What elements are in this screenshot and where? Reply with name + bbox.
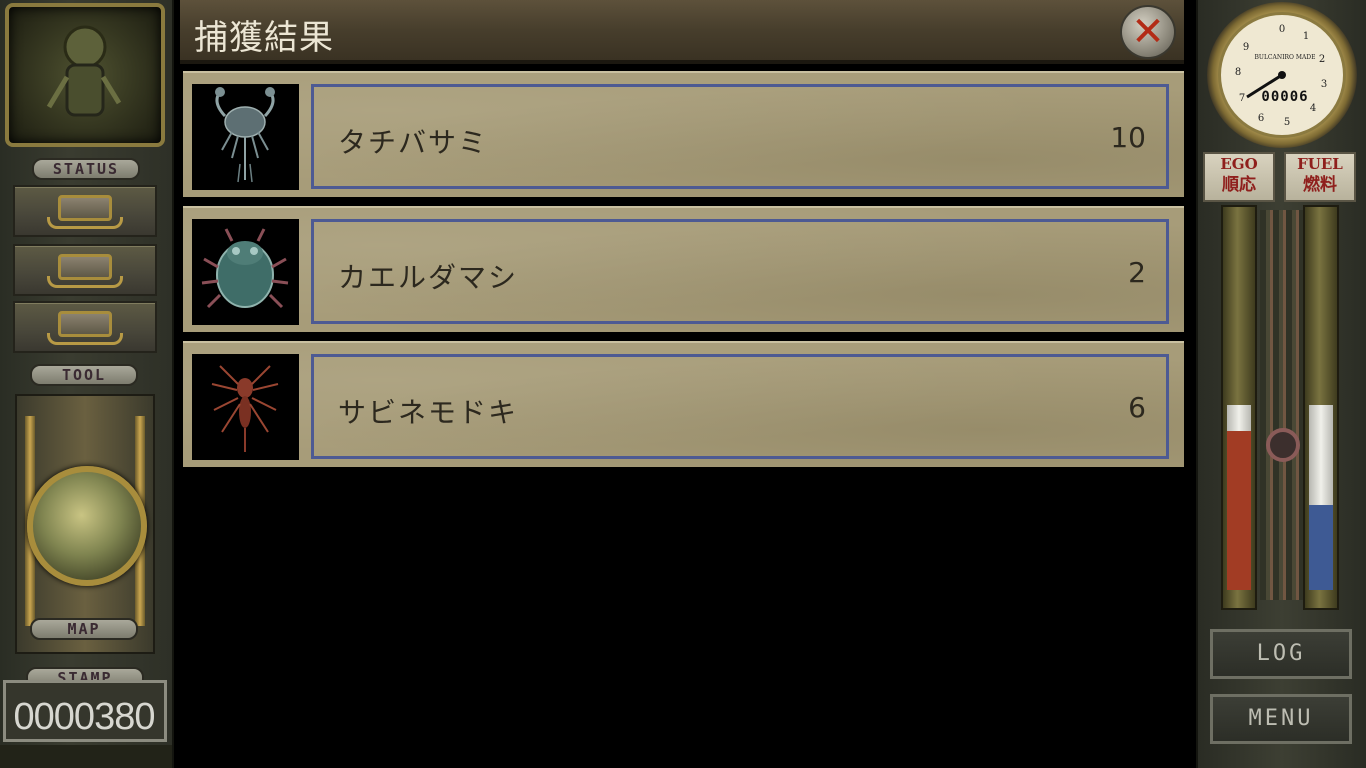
globe-icon [27, 466, 147, 586]
status-drawer-3[interactable] [13, 301, 157, 353]
ego-meter-fill [1227, 430, 1251, 590]
ego-label-jp: 順応 [1222, 175, 1256, 195]
result-name-frame: カエルダマシ 2 [311, 219, 1169, 324]
svg-text:6: 6 [1258, 113, 1264, 124]
gauge-needle-icon: 012 345 678 9 [1235, 24, 1327, 128]
ego-meter [1221, 205, 1257, 610]
svg-text:9: 9 [1243, 42, 1249, 53]
drawer-handle-icon [47, 333, 123, 345]
page-title: 捕獲結果 [194, 18, 334, 58]
drawer-handle-icon [47, 276, 123, 288]
sidebar-footer [0, 745, 172, 768]
fuel-label-jp: 燃料 [1303, 175, 1337, 195]
map-button[interactable] [15, 394, 155, 654]
svg-text:1: 1 [1303, 31, 1309, 42]
creature-name: カエルダマシ [338, 261, 519, 294]
gauge-odometer: 00006 [1261, 89, 1309, 105]
log-button[interactable]: LOG [1210, 629, 1352, 679]
fuel-meter-fill [1309, 504, 1333, 590]
diver-figure-icon [46, 25, 122, 117]
menu-button[interactable]: MENU [1210, 694, 1352, 744]
crab-creature-icon [192, 84, 299, 190]
ego-label-en: EGO [1220, 155, 1258, 173]
ego-label: EGO 順応 [1203, 152, 1275, 202]
creature-count: 10 [1110, 121, 1146, 154]
stamp-count: 0000380 [13, 696, 156, 738]
fuel-label: FUEL 燃料 [1284, 152, 1356, 202]
pipe-machinery [1260, 210, 1306, 600]
creature-name: タチバサミ [338, 126, 489, 159]
result-name-frame: タチバサミ 10 [311, 84, 1169, 189]
gauge-face: 012 345 678 9 [1218, 12, 1346, 138]
close-x-icon: ✕ [1131, 9, 1165, 55]
svg-text:0: 0 [1279, 24, 1285, 35]
ego-meter-glass [1227, 405, 1251, 590]
result-row[interactable]: カエルダマシ 2 [183, 206, 1184, 332]
creature-count: 2 [1128, 256, 1146, 289]
result-row[interactable]: タチバサミ 10 [183, 71, 1184, 197]
creature-name: サビネモドキ [338, 396, 519, 429]
beetle-creature-icon [192, 219, 299, 325]
status-drawer-1[interactable] [13, 185, 157, 237]
status-label: STATUS [32, 158, 140, 180]
fuel-label-en: FUEL [1297, 155, 1343, 173]
svg-text:8: 8 [1235, 67, 1241, 78]
character-portrait[interactable] [5, 3, 165, 147]
tool-label: TOOL [30, 364, 138, 386]
result-name-frame: サビネモドキ 6 [311, 354, 1169, 459]
svg-text:5: 5 [1284, 117, 1290, 128]
fuel-meter [1303, 205, 1339, 610]
fuel-meter-glass [1309, 405, 1333, 590]
creature-count: 6 [1128, 391, 1146, 424]
close-button[interactable]: ✕ [1120, 5, 1176, 59]
gauge-maker-text: BULCANIRO MADE [1254, 54, 1316, 61]
result-row[interactable]: サビネモドキ 6 [183, 341, 1184, 467]
map-label: MAP [30, 618, 138, 640]
valve-wheel-icon [1266, 428, 1300, 462]
drawer-handle-icon [47, 217, 123, 229]
spider-creature-icon [192, 354, 299, 460]
status-drawer-2[interactable] [13, 244, 157, 296]
